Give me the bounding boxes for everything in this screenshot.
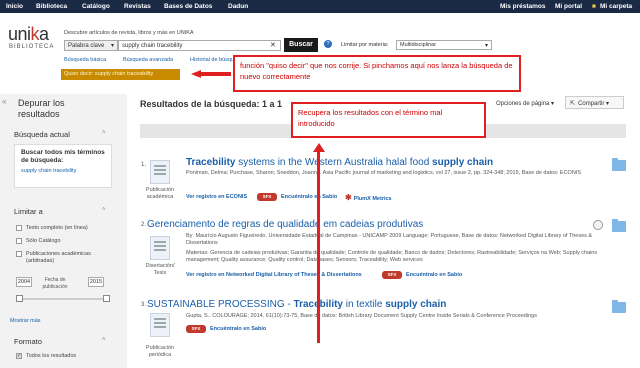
result-number: 3. bbox=[141, 302, 147, 308]
nav-catalogo[interactable]: Catálogo bbox=[82, 3, 110, 10]
checkbox-all-results[interactable]: ✓ bbox=[16, 353, 22, 359]
nav-biblioteca[interactable]: Biblioteca bbox=[36, 3, 67, 10]
sidebar-title: Depurar los resultados bbox=[18, 98, 65, 119]
checkbox-full-text[interactable] bbox=[16, 225, 22, 231]
nav-mis-prestamos[interactable]: Mis préstamos bbox=[500, 3, 546, 10]
unika-logo[interactable]: unika bbox=[8, 24, 49, 45]
result-meta: Poniman, Delma; Purchase, Sharon; Sneddo… bbox=[186, 170, 582, 176]
preview-icon[interactable] bbox=[593, 220, 603, 230]
chevron-up-icon[interactable]: ˄ bbox=[102, 207, 106, 213]
result-title-link[interactable]: Gerenciamento de regras de qualidade em … bbox=[147, 219, 423, 230]
format-heading[interactable]: Formato bbox=[14, 337, 42, 346]
result-title-link[interactable]: SUSTAINABLE PROCESSING - Tracebility in … bbox=[147, 299, 446, 310]
view-record-econis-link[interactable]: Ver registro en ECONIS bbox=[186, 194, 247, 200]
format-all-results-label: Todos los resultados bbox=[26, 353, 77, 359]
plumx-icon: ✱ bbox=[345, 193, 352, 202]
find-in-sabio-link[interactable]: Encuéntralo en Sabio bbox=[210, 326, 266, 332]
result-title-link[interactable]: Tracebility systems in the Western Austr… bbox=[186, 157, 493, 168]
annotation-arrow-icon bbox=[191, 70, 231, 78]
search-type-select[interactable]: Palabra clave ▾ bbox=[64, 40, 118, 51]
limit-to-heading[interactable]: Limitar a bbox=[14, 207, 43, 216]
checkbox-peer-reviewed[interactable] bbox=[16, 251, 22, 257]
nav-mi-portal[interactable]: Mi portal bbox=[555, 3, 582, 10]
share-icon: ⇱ bbox=[570, 101, 576, 107]
current-search-heading[interactable]: Búsqueda actual bbox=[14, 130, 70, 139]
current-search-term-link[interactable]: supply chain tracebility bbox=[21, 168, 105, 174]
chevron-down-icon: ▾ bbox=[484, 43, 488, 49]
annotation-callout-misspelled: Recupera los resultados con el término m… bbox=[291, 102, 486, 138]
annotation-arrowhead-icon bbox=[313, 143, 325, 152]
search-input[interactable]: supply chain tracebility bbox=[118, 40, 281, 51]
limit-full-text-label: Texto completo (en línea) bbox=[26, 225, 88, 231]
nav-revistas[interactable]: Revistas bbox=[124, 3, 151, 10]
annotation-callout-did-you-mean: función "quiso decir" que nos corrije. S… bbox=[233, 55, 521, 92]
find-in-sabio-link[interactable]: Encuéntralo en Sabio bbox=[406, 272, 462, 278]
year-slider-handle-from[interactable] bbox=[16, 295, 23, 302]
year-from-input[interactable]: 2004 bbox=[16, 277, 32, 287]
clear-search-icon[interactable]: ✕ bbox=[270, 41, 276, 49]
result-type: Publicación académica bbox=[145, 187, 175, 200]
folder-icon: ■ bbox=[592, 3, 596, 10]
chevron-down-icon: ▾ bbox=[110, 43, 114, 49]
result-type: Disertación/ Tesis bbox=[145, 263, 175, 276]
view-record-ndltd-link[interactable]: Ver registro en Networked Digital Librar… bbox=[186, 272, 362, 278]
limit-subject-label: Limitar por materia: bbox=[341, 42, 389, 48]
publication-date-label: Fecha de publicación bbox=[42, 277, 68, 290]
results-heading: Resultados de la búsqueda: 1 a 1 bbox=[140, 99, 283, 109]
plumx-metrics-link[interactable]: ✱ PlumX Metrics bbox=[345, 193, 392, 202]
annotation-arrow-line bbox=[317, 150, 320, 343]
year-to-input[interactable]: 2015 bbox=[88, 277, 104, 287]
year-slider-handle-to[interactable] bbox=[103, 295, 110, 302]
find-in-sabio-link[interactable]: Encuéntralo en Sabio bbox=[281, 194, 337, 200]
add-to-folder-icon[interactable] bbox=[612, 158, 626, 171]
result-meta: By: Maurício Augusto Figueiredo. Univers… bbox=[186, 233, 593, 246]
show-more-link[interactable]: Mostrar más bbox=[10, 318, 41, 324]
add-to-folder-icon[interactable] bbox=[612, 219, 626, 232]
link-advanced-search[interactable]: Búsqueda avanzada bbox=[123, 57, 173, 63]
limit-subject-select[interactable]: Multidisciplinar ▾ bbox=[396, 40, 492, 50]
sfx-icon[interactable]: SFX bbox=[186, 325, 206, 333]
result-number: 2. bbox=[141, 222, 147, 228]
page-options-button[interactable]: Opciones de página ▾ bbox=[496, 100, 554, 107]
chevron-up-icon[interactable]: ˄ bbox=[102, 130, 106, 136]
search-all-terms-label: Buscar todos mis términos de búsqueda: bbox=[21, 149, 105, 164]
link-basic-search[interactable]: Búsqueda básica bbox=[64, 57, 106, 63]
chevron-up-icon[interactable]: ˄ bbox=[102, 337, 106, 343]
sfx-icon[interactable]: SFX bbox=[257, 193, 277, 201]
year-slider-track[interactable] bbox=[18, 298, 108, 300]
did-you-mean-link[interactable]: Quiso decir: supply chain traceability bbox=[61, 69, 180, 80]
current-search-box: Buscar todos mis términos de búsqueda: s… bbox=[14, 144, 112, 188]
help-icon[interactable]: ? bbox=[324, 40, 332, 48]
limit-catalog-only-label: Sólo Catálogo bbox=[26, 238, 61, 244]
search-description: Descubre artículos de revista, libros y … bbox=[64, 30, 194, 36]
share-button[interactable]: ⇱ Compartir ▾ bbox=[565, 96, 624, 109]
academic-journal-icon bbox=[150, 160, 170, 184]
add-to-folder-icon[interactable] bbox=[612, 300, 626, 313]
result-meta: Gupta, S.. COLOURAGE; 2014, 61(10):73-75… bbox=[186, 313, 537, 319]
result-type: Publicación periódica bbox=[145, 345, 175, 358]
nav-inicio[interactable]: Inicio bbox=[6, 3, 23, 10]
nav-bases-de-datos[interactable]: Bases de Datos bbox=[164, 3, 212, 10]
top-navigation-bar: Inicio Biblioteca Catálogo Revistas Base… bbox=[0, 0, 640, 13]
result-subjects: Materias: Gerencia de cadeias produtivas… bbox=[186, 250, 598, 263]
nav-mi-carpeta[interactable]: Mi carpeta bbox=[600, 3, 632, 10]
checkbox-catalog-only[interactable] bbox=[16, 238, 22, 244]
limit-peer-reviewed-label: Publicaciones académicas (arbitradas) bbox=[26, 251, 91, 264]
logo-subtitle: BIBLIOTECA bbox=[9, 44, 55, 50]
collapse-sidebar-icon[interactable]: « bbox=[2, 97, 6, 106]
periodical-icon bbox=[150, 313, 170, 337]
nav-dadun[interactable]: Dadun bbox=[228, 3, 248, 10]
search-button[interactable]: Buscar bbox=[284, 38, 318, 52]
dissertation-icon bbox=[150, 236, 170, 260]
result-number: 1. bbox=[141, 162, 147, 168]
sfx-icon[interactable]: SFX bbox=[382, 271, 402, 279]
